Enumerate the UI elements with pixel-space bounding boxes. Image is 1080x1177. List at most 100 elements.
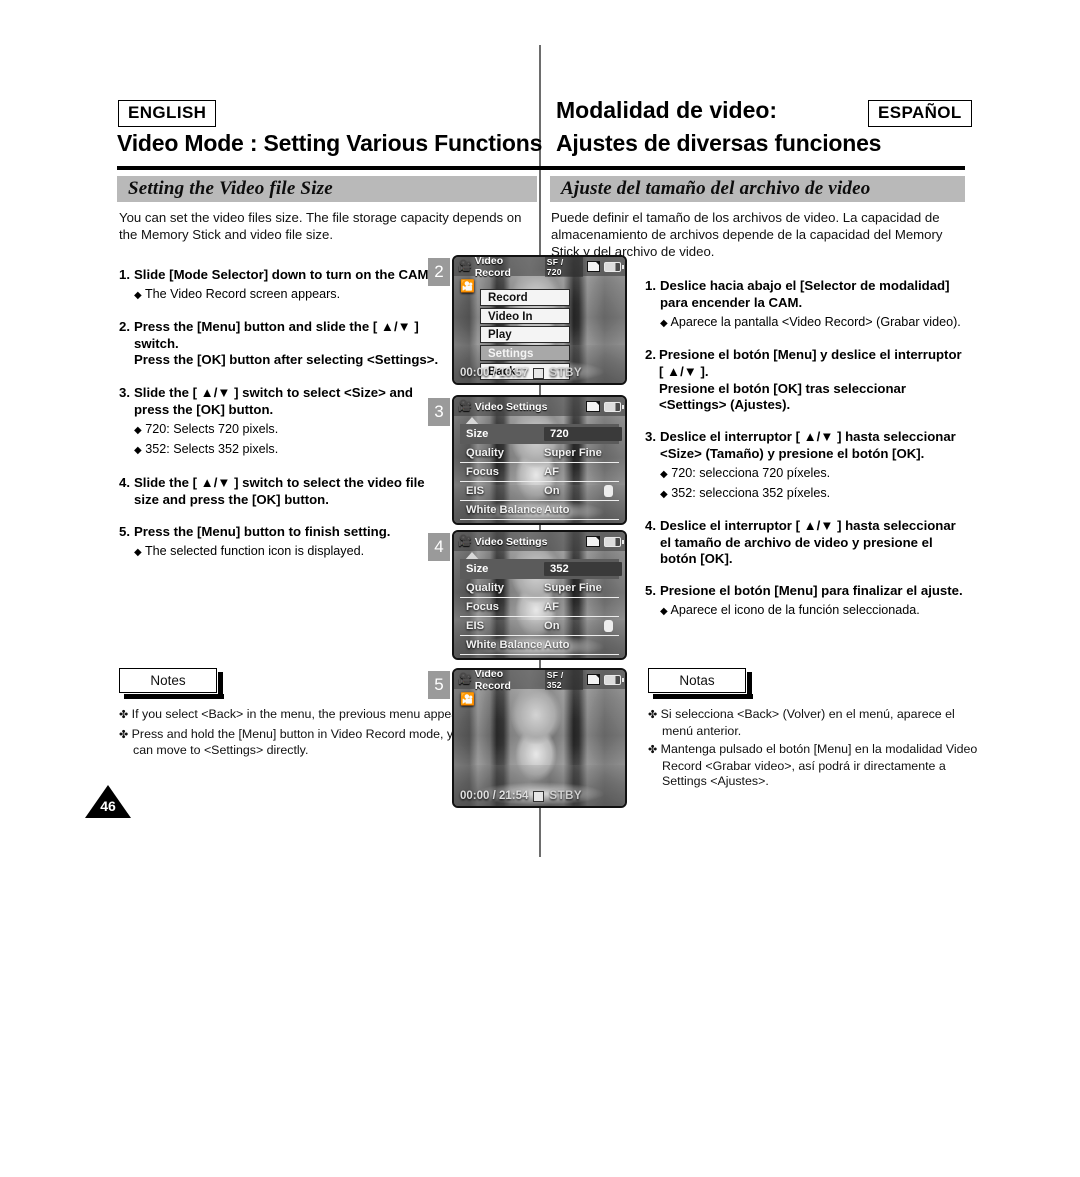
record-mode-icon: 🎦 [460, 692, 475, 706]
settings-rows: Size 352 Quality Super Fine Focus AF EIS… [460, 559, 622, 655]
setting-row-white-balance[interactable]: White Balance Auto [460, 501, 619, 520]
step-text: Slide the [ ▲/▼ ] switch to select <Size… [134, 385, 413, 417]
step-text: Presione el botón [Menu] y deslice el in… [659, 346, 962, 379]
setting-label: Quality [466, 582, 504, 594]
step-number: 1. [645, 278, 656, 294]
settings-rows: Size 720 Quality Super Fine Focus AF EIS… [460, 424, 622, 520]
step-bullet: ◆ 720: Selects 720 pixels. [134, 421, 279, 436]
lcd-status-bar: 🎥 Video Record SF / 352 [454, 668, 625, 692]
lcd-timecode-bar: 00:00 / 10:57 STBY [454, 363, 625, 383]
setting-row-quality[interactable]: Quality Super Fine [460, 579, 619, 598]
camcorder-icon: 🎥 [458, 535, 472, 547]
setting-row-eis[interactable]: EIS On [460, 617, 619, 636]
setting-row-focus[interactable]: Focus AF [460, 463, 619, 482]
diamond-icon: ◆ [660, 488, 668, 500]
note-marker-icon: ✤ [119, 709, 129, 721]
notes-list-spanish: ✤ Si selecciona <Back> (Volver) en el me… [648, 707, 978, 790]
notes-label-english: Notes [119, 668, 224, 699]
setting-value: 352 [544, 562, 622, 576]
note-marker-icon: ✤ [648, 744, 658, 757]
step-text: Deslice el interruptor [ ▲/▼ ] hasta sel… [660, 517, 956, 567]
setting-value: 720 [544, 427, 622, 441]
setting-label: Size [466, 428, 489, 440]
diamond-icon: ◆ [134, 547, 142, 559]
cam-screen-video-record-352: 🎥 Video Record SF / 352 🎦 00:00 / 21:54 … [452, 668, 627, 808]
note-item: ✤ If you select <Back> in the menu, the … [119, 707, 472, 721]
step-text: Deslice el interruptor [ ▲/▼ ] hasta sel… [660, 429, 956, 461]
setting-label: Quality [466, 447, 504, 459]
intro-paragraph-english: You can set the video files size. The fi… [119, 210, 522, 242]
scroll-thumb-icon[interactable] [604, 620, 613, 632]
step-bullet: ◆ Aparece el icono de la función selecci… [660, 602, 920, 617]
step-number: 3. [119, 385, 130, 401]
lcd-status-text: STBY [549, 790, 583, 802]
note-marker-icon: ✤ [648, 709, 658, 721]
battery-icon [604, 401, 624, 412]
setting-value: AF [544, 601, 559, 613]
lcd-mode-label: Video Settings [474, 400, 548, 413]
diamond-icon: ◆ [134, 289, 142, 301]
setting-row-eis[interactable]: EIS On [460, 482, 619, 501]
page-header: ENGLISH ESPAÑOL Video Mode : Setting Var… [0, 95, 1080, 170]
memory-card-icon [586, 536, 600, 547]
page-title-english: Video Mode : Setting Various Functions [117, 130, 543, 156]
step-text: Slide [Mode Selector] down to turn on th… [134, 267, 433, 282]
step-text-secondary: Presione el botón [OK] tras seleccionar … [659, 380, 906, 413]
scroll-thumb-icon[interactable] [604, 485, 613, 497]
setting-value: Super Fine [544, 447, 602, 459]
record-mode-icon: 🎦 [460, 279, 475, 293]
step-text: Slide the [ ▲/▼ ] switch to select the v… [134, 474, 425, 507]
setting-label: Focus [466, 466, 499, 478]
section-title-spanish-bar: Ajuste del tamaño del archivo de video [550, 176, 965, 202]
setting-label: White Balance [466, 504, 543, 516]
diamond-icon: ◆ [134, 424, 142, 436]
setting-row-size[interactable]: Size 352 [460, 559, 622, 579]
lcd-status-bar: 🎥 Video Settings [454, 532, 625, 551]
memory-card-icon [586, 401, 600, 412]
section-title-english: Setting the Video file Size [128, 178, 333, 199]
step-number: 1. [119, 267, 130, 282]
setting-row-focus[interactable]: Focus AF [460, 598, 619, 617]
page-title-spanish-top: Modalidad de video: [556, 97, 778, 123]
cam-screen-video-settings-720: 🎥 Video Settings Size 720 Quality Super … [452, 395, 627, 525]
cam-screen-video-record-menu: 🎥 Video Record SF / 720 🎦 Record Video I… [452, 255, 627, 385]
lcd-quality-size: SF / 352 [544, 670, 583, 690]
menu-item-record[interactable]: Record [480, 289, 570, 306]
menu-item-play[interactable]: Play [480, 326, 570, 343]
battery-icon [604, 536, 624, 547]
section-title-english-bar: Setting the Video file Size [117, 176, 537, 202]
setting-value: AF [544, 466, 559, 478]
diamond-icon: ◆ [660, 605, 668, 617]
lcd-quality-size: SF / 720 [544, 257, 583, 277]
setting-value: On [544, 485, 560, 497]
setting-value: On [544, 620, 560, 632]
step-badge-2: 2 [428, 258, 450, 286]
diamond-icon: ◆ [660, 317, 668, 329]
step-text: Press the [Menu] button to finish settin… [134, 524, 391, 540]
setting-row-quality[interactable]: Quality Super Fine [460, 444, 619, 463]
setting-row-size[interactable]: Size 720 [460, 424, 622, 444]
lcd-status-bar: 🎥 Video Record SF / 720 [454, 257, 625, 279]
step-bullet: ◆ 352: Selects 352 pixels. [134, 441, 279, 456]
battery-icon [604, 674, 624, 685]
lcd-status-bar: 🎥 Video Settings [454, 397, 625, 416]
lcd-timecode-bar: 00:00 / 21:54 STBY [454, 786, 625, 806]
step-item: 3. Slide the [ ▲/▼ ] switch to select <S… [119, 385, 449, 459]
notes-label-spanish: Notas [648, 668, 753, 699]
step-number: 5. [645, 583, 656, 599]
lcd-mode-label: Video Record [474, 668, 511, 692]
battery-icon [604, 261, 624, 272]
step-number: 2. [119, 318, 130, 334]
step-bullet: ◆ The selected function icon is displaye… [134, 544, 365, 559]
step-text: Deslice hacia abajo el [Selector de moda… [660, 278, 950, 311]
step-badge-5: 5 [428, 671, 450, 699]
step-number: 5. [119, 524, 130, 540]
notes-list-english: ✤ If you select <Back> in the menu, the … [119, 707, 479, 759]
setting-label: Focus [466, 601, 499, 613]
camcorder-icon: 🎥 [458, 260, 472, 272]
menu-item-video-in[interactable]: Video In [480, 307, 570, 324]
step-badge-4: 4 [428, 533, 450, 561]
menu-item-settings[interactable]: Settings [480, 344, 570, 361]
setting-row-white-balance[interactable]: White Balance Auto [460, 636, 619, 655]
step-bullet: ◆ 352: selecciona 352 píxeles. [660, 485, 831, 500]
